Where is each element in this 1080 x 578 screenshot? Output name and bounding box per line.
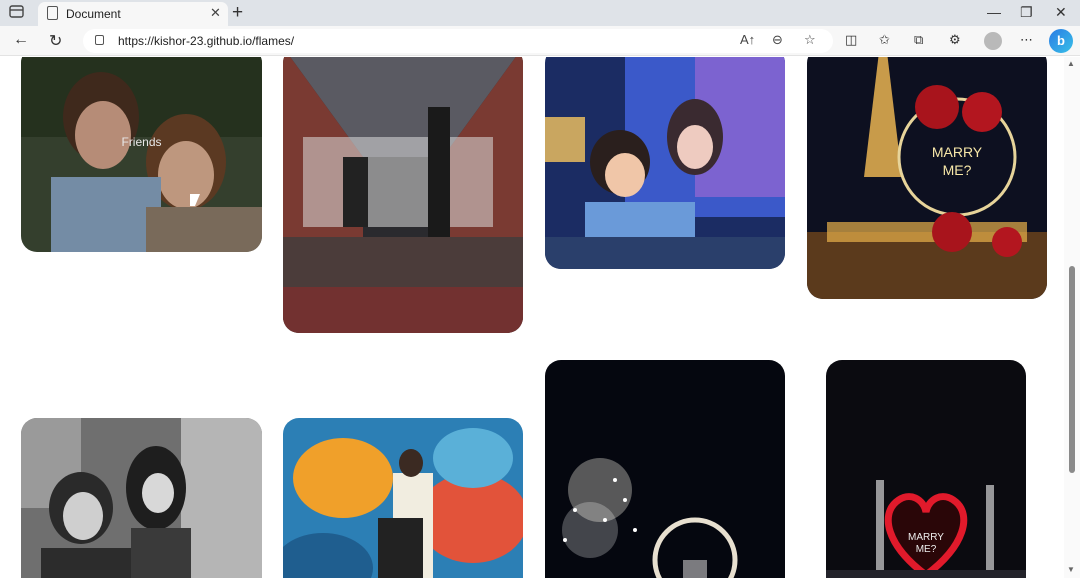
svg-text:MARRY: MARRY (908, 532, 944, 543)
gallery-card-friends[interactable]: Friends (21, 57, 262, 252)
heart-proposal-photo: MARRY ME? (826, 360, 1026, 578)
eiffel-proposal-photo: MARRY ME? (807, 57, 1047, 299)
refresh-icon[interactable]: ↻ (49, 31, 62, 51)
minimize-icon[interactable]: — (987, 4, 1001, 20)
gallery-card-window-illustration[interactable] (545, 57, 785, 269)
favorite-star-icon[interactable]: ☆ (804, 32, 816, 48)
new-tab-icon[interactable]: + (232, 2, 243, 24)
collections-icon[interactable]: ⧉ (914, 32, 923, 48)
split-screen-icon[interactable]: ◫ (845, 32, 857, 48)
page-viewport: Friends MARRY ME? MARRY ME? (0, 57, 1064, 578)
zoom-out-icon[interactable]: ⊖ (772, 32, 783, 48)
page-scrollbar[interactable]: ▲ ▼ (1064, 57, 1080, 578)
gallery-card-fireworks[interactable] (545, 360, 785, 578)
extensions-icon[interactable]: ⚙ (949, 32, 961, 48)
proposal-bridge-photo (283, 57, 523, 333)
profile-avatar[interactable] (984, 32, 1002, 50)
bw-illustration-photo (21, 418, 262, 578)
tab-actions-icon[interactable] (8, 4, 28, 22)
url-text[interactable]: https://kishor-23.github.io/flames/ (118, 34, 294, 48)
restore-icon[interactable]: ❐ (1020, 4, 1033, 21)
card-label-friends: Friends (121, 135, 162, 149)
friends-photo (21, 57, 262, 252)
tab-document[interactable]: Document ✕ (38, 2, 228, 26)
svg-text:MARRY: MARRY (932, 144, 983, 160)
document-icon (47, 6, 58, 20)
back-icon[interactable]: ← (13, 31, 29, 49)
gallery-card-proposal-bridge[interactable] (283, 57, 523, 333)
read-aloud-icon[interactable]: A↑ (740, 32, 755, 47)
fireworks-photo (545, 360, 785, 578)
close-window-icon[interactable]: ✕ (1055, 4, 1067, 21)
svg-text:ME?: ME? (943, 162, 972, 178)
gallery-card-bw-illustration[interactable] (21, 418, 262, 578)
gallery-card-eiffel-proposal[interactable]: MARRY ME? (807, 57, 1047, 299)
address-toolbar: ← ↻ https://kishor-23.github.io/flames/ … (0, 26, 1080, 56)
scroll-up-icon[interactable]: ▲ (1067, 59, 1075, 68)
address-bar[interactable]: https://kishor-23.github.io/flames/ A↑ ⊖… (83, 29, 833, 53)
scrollbar-thumb[interactable] (1069, 266, 1075, 473)
lock-icon[interactable] (95, 35, 104, 45)
tab-strip: Document ✕ + — ❐ ✕ (0, 0, 1080, 26)
svg-text:ME?: ME? (916, 544, 937, 555)
mouse-cursor (190, 194, 200, 206)
gallery-card-heart-proposal[interactable]: MARRY ME? (826, 360, 1026, 578)
tab-title: Document (66, 7, 121, 21)
close-tab-icon[interactable]: ✕ (210, 5, 221, 21)
more-options-icon[interactable]: ⋯ (1020, 32, 1033, 48)
gallery-card-mural-couple[interactable] (283, 418, 523, 578)
copilot-icon[interactable]: b (1049, 29, 1073, 53)
window-illustration-photo (545, 57, 785, 269)
scroll-down-icon[interactable]: ▼ (1067, 565, 1075, 574)
favorites-icon[interactable]: ✩ (879, 32, 890, 48)
mural-couple-photo (283, 418, 523, 578)
